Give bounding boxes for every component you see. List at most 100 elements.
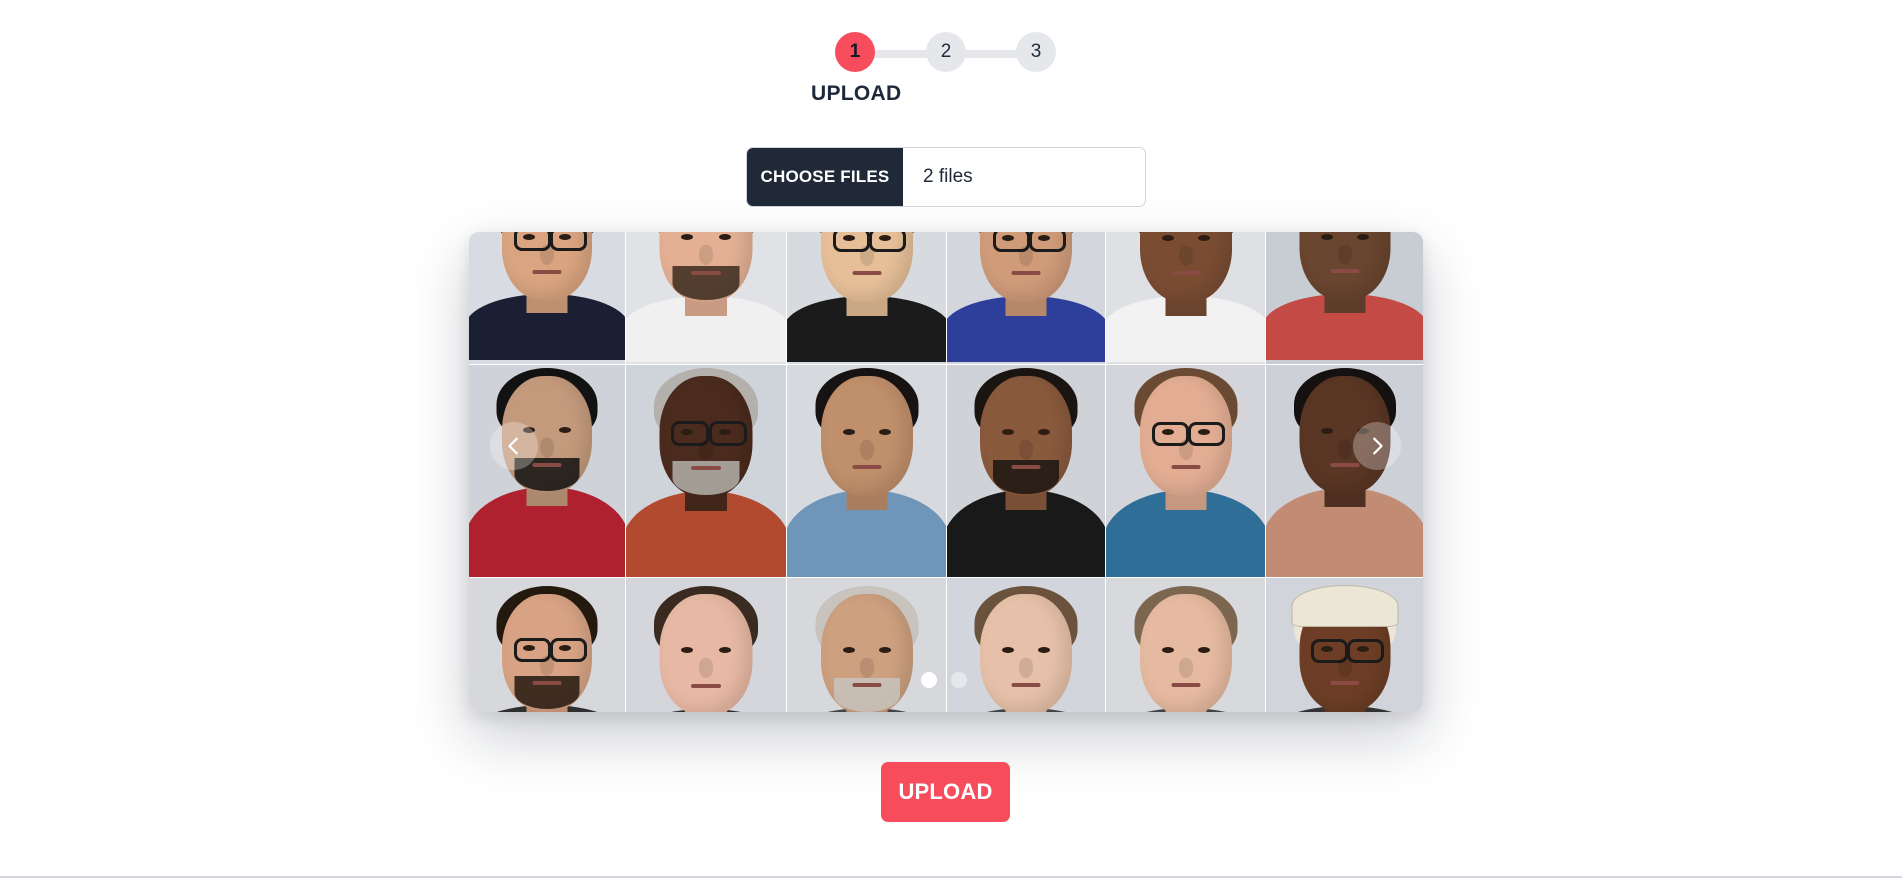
eye-shape [1161, 235, 1174, 241]
carousel-prev-button[interactable] [490, 422, 538, 470]
nose-shape [1019, 440, 1033, 460]
eye-shape [1197, 647, 1210, 653]
glasses-shape [550, 638, 587, 662]
mouth-shape [852, 271, 881, 275]
face-shape [1139, 594, 1232, 712]
file-input[interactable]: CHOOSE FILES 2 files [746, 147, 1146, 207]
mouth-shape [1330, 463, 1359, 467]
eye-shape [719, 234, 731, 240]
eye-shape [1320, 428, 1333, 434]
step-2-indicator: 2 [926, 32, 966, 72]
face-photo-grid [469, 232, 1423, 712]
nose-shape [540, 438, 554, 458]
nose-shape [540, 245, 554, 265]
eye-shape [842, 647, 855, 653]
chevron-left-icon [508, 437, 518, 455]
mouth-shape [691, 466, 721, 470]
face-photo [947, 365, 1105, 577]
nose-shape [1178, 658, 1193, 678]
face-photo [626, 578, 786, 712]
mouth-shape [1011, 683, 1041, 687]
eye-shape [878, 429, 891, 435]
grid-gap [469, 577, 1423, 578]
eye-shape [681, 647, 693, 653]
mouth-shape [532, 463, 562, 467]
mouth-shape [852, 465, 881, 469]
glasses-shape [709, 421, 747, 446]
eye-shape [1002, 647, 1014, 653]
mouth-shape [1171, 683, 1200, 687]
face-photo [1266, 578, 1423, 712]
face-photo [626, 365, 786, 577]
face-shape [820, 376, 913, 496]
nose-shape [699, 440, 713, 460]
eye-shape [1038, 429, 1050, 435]
eye-shape [1197, 235, 1210, 241]
grid-gap [946, 232, 947, 712]
glasses-shape [1188, 422, 1225, 446]
carousel-indicators [921, 672, 967, 688]
mouth-shape [1330, 269, 1359, 273]
mouth-shape [691, 684, 721, 688]
face-photo [469, 365, 625, 577]
mouth-shape [1171, 271, 1200, 275]
nose-shape [699, 658, 713, 678]
eye-shape [559, 427, 571, 433]
step-1-indicator: 1 [835, 32, 875, 72]
eye-shape [719, 647, 731, 653]
nose-shape [1337, 439, 1352, 459]
eye-shape [1356, 234, 1369, 240]
nose-shape [699, 245, 713, 265]
eye-shape [1002, 429, 1014, 435]
mouth-shape [1011, 271, 1041, 275]
glasses-shape [1029, 232, 1066, 252]
nose-shape [859, 658, 874, 678]
image-carousel [469, 232, 1423, 712]
carousel-indicator-dot[interactable] [951, 672, 967, 688]
eye-shape [1320, 234, 1333, 240]
face-shape [980, 594, 1072, 712]
nose-shape [859, 246, 874, 266]
step-3-indicator: 3 [1016, 32, 1056, 72]
mouth-shape [1330, 681, 1359, 685]
face-shape [659, 594, 753, 712]
face-photo [1106, 365, 1265, 577]
grid-gap [786, 232, 787, 712]
eye-shape [842, 429, 855, 435]
mouth-shape [532, 681, 562, 685]
glasses-shape [550, 232, 587, 251]
nose-shape [1178, 246, 1193, 266]
face-photo [1106, 232, 1265, 364]
choose-files-button[interactable]: CHOOSE FILES [747, 148, 903, 206]
nose-shape [1337, 245, 1352, 265]
nose-shape [1019, 246, 1033, 266]
upload-button[interactable]: UPLOAD [881, 762, 1010, 822]
grid-gap [1265, 232, 1266, 712]
carousel-indicator-dot[interactable] [921, 672, 937, 688]
current-step-title: UPLOAD [811, 82, 902, 105]
nose-shape [540, 656, 554, 676]
nose-shape [859, 440, 874, 460]
nose-shape [1337, 657, 1352, 677]
mouth-shape [852, 683, 881, 687]
eye-shape [1038, 647, 1050, 653]
eye-shape [1161, 647, 1174, 653]
mouth-shape [1171, 465, 1200, 469]
face-photo [947, 232, 1105, 364]
mouth-shape [1011, 465, 1041, 469]
face-photo [787, 365, 946, 577]
eye-shape [681, 234, 693, 240]
face-photo [469, 232, 625, 364]
selected-files-count: 2 files [923, 166, 973, 187]
face-photo [787, 232, 946, 364]
face-photo [626, 232, 786, 364]
face-photo [469, 578, 625, 712]
carousel-next-button[interactable] [1353, 422, 1401, 470]
glasses-shape [869, 232, 906, 252]
face-photo [1106, 578, 1265, 712]
mouth-shape [691, 271, 721, 275]
nose-shape [1178, 440, 1193, 460]
face-photo [1266, 232, 1423, 364]
grid-gap [469, 364, 1423, 365]
face-photo [1266, 365, 1423, 577]
